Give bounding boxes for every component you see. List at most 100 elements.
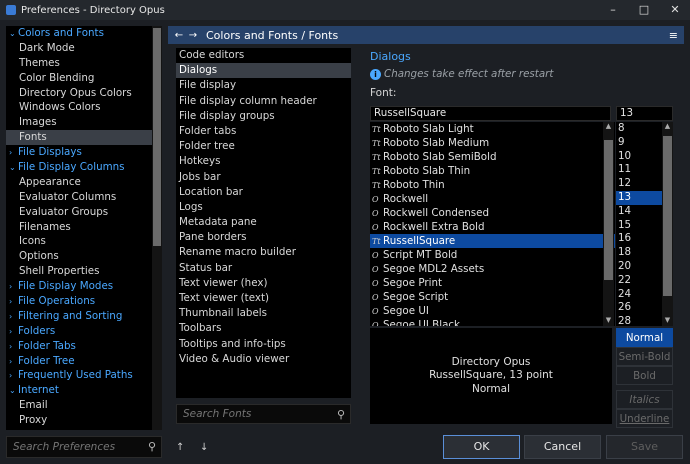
font-list-item[interactable]: O Segoe MDL2 Assets: [370, 262, 615, 276]
list-item[interactable]: File display: [176, 78, 351, 93]
font-list-item[interactable]: O Script MT Bold: [370, 248, 615, 262]
close-button[interactable]: ✕: [660, 0, 690, 20]
sidebar-category[interactable]: › Frequently Used Paths: [6, 368, 152, 383]
font-list-item[interactable]: Tt Roboto Thin: [370, 178, 615, 192]
list-item[interactable]: Thumbnail labels: [176, 306, 351, 321]
chevron-down-icon[interactable]: ⌄: [9, 384, 18, 399]
font-list-item[interactable]: Tt Roboto Slab Thin: [370, 164, 615, 178]
sidebar-item[interactable]: Images: [6, 115, 152, 130]
chevron-right-icon[interactable]: ›: [9, 325, 18, 340]
save-button[interactable]: Save: [606, 435, 683, 459]
back-button[interactable]: ←: [172, 30, 186, 41]
font-list-item[interactable]: O Rockwell: [370, 192, 615, 206]
move-down-button[interactable]: ↓: [200, 442, 208, 453]
chevron-right-icon[interactable]: ›: [9, 340, 18, 355]
sidebar-item[interactable]: Dark Mode: [6, 41, 152, 56]
sidebar-category[interactable]: ⌄ File Display Columns: [6, 160, 152, 175]
sidebar-item[interactable]: Themes: [6, 56, 152, 71]
list-item[interactable]: Location bar: [176, 185, 351, 200]
sidebar-item[interactable]: Icons: [6, 234, 152, 249]
list-item[interactable]: Text viewer (text): [176, 291, 351, 306]
scroll-up-icon[interactable]: ▲: [603, 122, 614, 132]
list-item[interactable]: Dialogs: [176, 63, 351, 79]
sidebar-item[interactable]: Directory Opus Colors: [6, 86, 152, 101]
font-list-scrollbar-thumb[interactable]: [604, 140, 613, 280]
search-icon[interactable]: ⚲: [148, 440, 156, 453]
style-semibold-button[interactable]: Semi-Bold: [616, 347, 673, 366]
search-fonts-input[interactable]: [177, 405, 325, 423]
sidebar-item[interactable]: Appearance: [6, 175, 152, 190]
font-list-item[interactable]: O Segoe Print: [370, 276, 615, 290]
list-item[interactable]: Video & Audio viewer: [176, 352, 351, 367]
search-preferences-input[interactable]: [7, 437, 138, 457]
style-normal-button[interactable]: Normal: [616, 328, 673, 347]
list-item[interactable]: File display column header: [176, 94, 351, 109]
search-icon[interactable]: ⚲: [337, 408, 345, 421]
sidebar-category[interactable]: ⌄ Internet: [6, 383, 152, 398]
font-list-item[interactable]: O Rockwell Extra Bold: [370, 220, 615, 234]
style-bold-button[interactable]: Bold: [616, 366, 673, 385]
font-list-item[interactable]: O Segoe Script: [370, 290, 615, 304]
sidebar-category[interactable]: › File Displays: [6, 145, 152, 160]
sidebar-item[interactable]: Filenames: [6, 220, 152, 235]
move-up-button[interactable]: ↑: [176, 442, 184, 453]
font-list-scrollbar[interactable]: ▲ ▼: [603, 122, 614, 326]
sidebar-category[interactable]: › Folders: [6, 324, 152, 339]
chevron-right-icon[interactable]: ›: [9, 280, 18, 295]
minimize-button[interactable]: –: [598, 0, 628, 20]
size-list-scrollbar[interactable]: ▲ ▼: [662, 122, 673, 326]
sidebar-item[interactable]: Fonts: [6, 130, 152, 146]
list-item[interactable]: Hotkeys: [176, 154, 351, 169]
sidebar-item[interactable]: Evaluator Groups: [6, 205, 152, 220]
font-list-item[interactable]: O Segoe UI: [370, 304, 615, 318]
sidebar-item[interactable]: Options: [6, 249, 152, 264]
sidebar-scrollbar[interactable]: [152, 26, 162, 430]
sidebar-item[interactable]: Windows Colors: [6, 100, 152, 115]
scroll-up-icon[interactable]: ▲: [662, 122, 673, 132]
font-list-item[interactable]: Tt RussellSquare: [370, 234, 615, 248]
menu-icon[interactable]: ≡: [669, 29, 678, 42]
list-item[interactable]: File display groups: [176, 109, 351, 124]
chevron-right-icon[interactable]: ›: [9, 146, 18, 161]
font-name-field[interactable]: RussellSquare: [370, 106, 611, 121]
list-item[interactable]: Toolbars: [176, 321, 351, 336]
font-list-item[interactable]: Tt Roboto Slab SemiBold: [370, 150, 615, 164]
sidebar-item[interactable]: Shell Properties: [6, 264, 152, 279]
font-list-item[interactable]: Tt Roboto Slab Medium: [370, 136, 615, 150]
sidebar-category[interactable]: › File Display Modes: [6, 279, 152, 294]
list-item[interactable]: Logs: [176, 200, 351, 215]
list-item[interactable]: Folder tabs: [176, 124, 351, 139]
chevron-down-icon[interactable]: ⌄: [9, 27, 18, 42]
font-list-item[interactable]: Tt Roboto Slab Light: [370, 122, 615, 136]
sidebar-scrollbar-thumb[interactable]: [153, 28, 161, 246]
style-italics-button[interactable]: Italics: [616, 390, 673, 409]
list-item[interactable]: Status bar: [176, 261, 351, 276]
chevron-down-icon[interactable]: ⌄: [9, 161, 18, 176]
size-list-scrollbar-thumb[interactable]: [663, 136, 672, 296]
sidebar-category[interactable]: › Filtering and Sorting: [6, 309, 152, 324]
list-item[interactable]: Metadata pane: [176, 215, 351, 230]
font-list-item[interactable]: O Segoe UI Black: [370, 318, 615, 326]
ok-button[interactable]: OK: [443, 435, 520, 459]
list-item[interactable]: Jobs bar: [176, 170, 351, 185]
list-item[interactable]: Code editors: [176, 48, 351, 63]
scroll-down-icon[interactable]: ▼: [662, 316, 673, 326]
style-underline-button[interactable]: Underline: [616, 409, 673, 428]
sidebar-category[interactable]: › Folder Tabs: [6, 339, 152, 354]
sidebar-item[interactable]: Evaluator Columns: [6, 190, 152, 205]
forward-button[interactable]: →: [186, 30, 200, 41]
font-list-item[interactable]: O Rockwell Condensed: [370, 206, 615, 220]
sidebar-category[interactable]: ⌄ Colors and Fonts: [6, 26, 152, 41]
sidebar-item[interactable]: Email: [6, 398, 152, 413]
chevron-right-icon[interactable]: ›: [9, 295, 18, 310]
scroll-down-icon[interactable]: ▼: [603, 316, 614, 326]
list-item[interactable]: Text viewer (hex): [176, 276, 351, 291]
list-item[interactable]: Pane borders: [176, 230, 351, 245]
chevron-right-icon[interactable]: ›: [9, 369, 18, 384]
sidebar-item[interactable]: Proxy: [6, 413, 152, 428]
search-preferences-field[interactable]: ⚲: [6, 436, 162, 458]
sidebar-category[interactable]: › File Operations: [6, 294, 152, 309]
cancel-button[interactable]: Cancel: [524, 435, 601, 459]
list-item[interactable]: Rename macro builder: [176, 245, 351, 260]
search-fonts-field[interactable]: ⚲: [176, 404, 351, 424]
